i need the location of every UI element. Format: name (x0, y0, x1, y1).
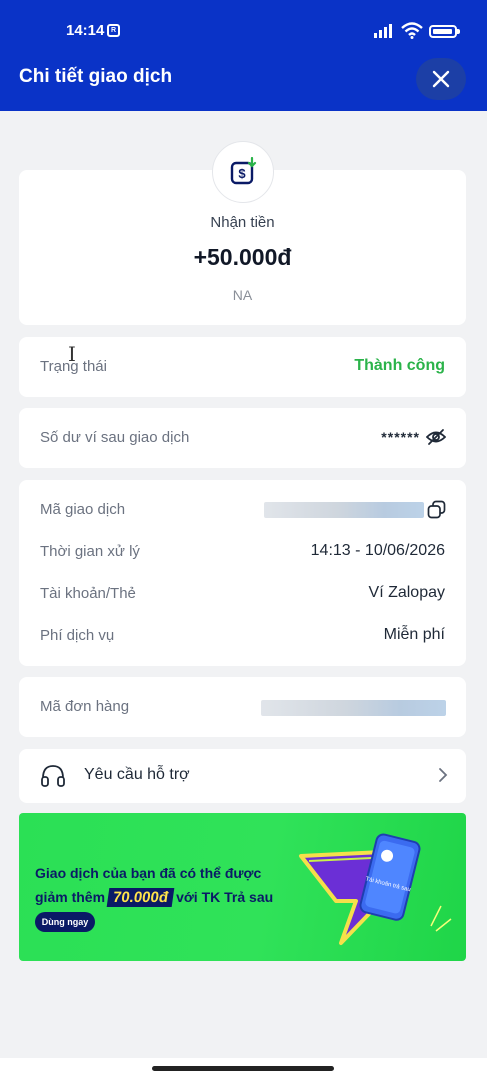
banner-subline: giảm thêm 70.000đ với TK Trả sau (35, 888, 273, 907)
status-bar: 14:14 R (0, 18, 487, 46)
balance-label: Số dư ví sau giao dịch (40, 429, 190, 446)
status-value: Thành công (354, 357, 445, 374)
home-indicator[interactable] (152, 1066, 334, 1071)
status-row: I Trạng thái Thành công (19, 337, 466, 397)
balance-row: Số dư ví sau giao dịch ****** (19, 408, 466, 468)
wifi-icon (401, 22, 423, 39)
banner-discount-amount: 70.000đ (106, 888, 175, 907)
status-label: Trạng thái (40, 358, 107, 375)
close-button[interactable] (416, 58, 466, 100)
transaction-note: NA (232, 287, 253, 303)
page-title: Chi tiết giao dịch (19, 66, 173, 87)
banner-headline: Giao dịch của bạn đã có thể được (35, 865, 262, 881)
transaction-details-card: Mã giao dịch Thời gian xử lý 14:13 - 10/… (19, 480, 466, 666)
support-request-label: Yêu cầu hỗ trợ (84, 766, 190, 783)
headset-icon (41, 765, 65, 787)
money-receive-icon: $ (230, 157, 257, 185)
copy-icon[interactable] (427, 500, 446, 519)
transaction-id-redacted (264, 502, 424, 518)
transaction-id-label: Mã giao dịch (40, 501, 126, 518)
banner-illustration: Tài khoản trả sau (299, 833, 452, 945)
order-id-redacted (261, 700, 446, 716)
banner-subline-prefix: giảm thêm (35, 889, 106, 905)
transaction-type-label: Nhận tiền (210, 214, 275, 231)
close-icon (432, 70, 450, 88)
fee-label: Phí dịch vụ (40, 627, 115, 644)
use-now-button[interactable]: Dùng ngay (35, 912, 95, 932)
chevron-right-icon (439, 768, 448, 782)
order-id-label: Mã đơn hàng (40, 698, 130, 715)
screen-record-icon: R (107, 24, 120, 37)
signal-icon (374, 24, 392, 38)
promo-banner[interactable]: Giao dịch của bạn đã có thể được giảm th… (19, 813, 466, 961)
fee-value: Miễn phí (383, 626, 445, 643)
eye-off-icon[interactable] (426, 427, 446, 447)
banner-subline-suffix: với TK Trả sau (176, 889, 274, 905)
order-row: Mã đơn hàng (19, 677, 466, 737)
app-header: 14:14 R Chi tiết giao dịch (0, 0, 487, 111)
status-time: 14:14 (66, 22, 105, 39)
process-time-value: 14:13 - 10/06/2026 (310, 542, 445, 559)
transaction-amount: +50.000đ (193, 244, 292, 270)
svg-text:$: $ (238, 166, 246, 181)
transaction-type-icon: $ (212, 141, 274, 203)
support-request-row[interactable]: Yêu cầu hỗ trợ (19, 749, 466, 803)
battery-icon (429, 25, 460, 38)
account-value: Ví Zalopay (368, 584, 445, 601)
process-time-label: Thời gian xử lý (40, 543, 140, 560)
balance-masked-value: ****** (381, 429, 420, 445)
account-label: Tài khoản/Thẻ (40, 585, 136, 602)
